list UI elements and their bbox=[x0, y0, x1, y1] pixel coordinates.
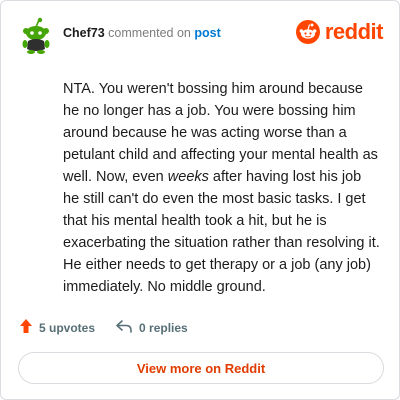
reply-action[interactable]: 0 replies bbox=[115, 319, 188, 338]
commented-on-label: commented on bbox=[108, 26, 191, 40]
comment-meta: Chef73 commented on post bbox=[63, 26, 221, 40]
comment-header: Chef73 commented on post reddit bbox=[19, 15, 384, 55]
post-link[interactable]: post bbox=[194, 26, 220, 40]
reddit-logo-icon bbox=[295, 20, 320, 44]
snoo-avatar-icon[interactable] bbox=[19, 17, 53, 55]
comment-embed-card: Chef73 commented on post reddit NTA. You… bbox=[0, 0, 400, 400]
reply-arrow-icon bbox=[115, 319, 139, 338]
username-link[interactable]: Chef73 bbox=[63, 26, 105, 40]
comment-body: NTA. You weren't bossing him around beca… bbox=[63, 78, 381, 298]
upvote-count: 5 upvotes bbox=[39, 321, 96, 335]
comment-actions: 5 upvotes 0 replies bbox=[19, 317, 208, 339]
comment-text-part-2: after having lost his job he still can't… bbox=[63, 169, 380, 295]
reddit-wordmark: reddit bbox=[324, 19, 384, 44]
upvote-action[interactable]: 5 upvotes bbox=[19, 318, 95, 339]
comment-text-emphasis: weeks bbox=[167, 169, 209, 185]
reply-count: 0 replies bbox=[139, 321, 188, 335]
upvote-arrow-icon bbox=[19, 318, 39, 339]
reddit-brand[interactable]: reddit bbox=[295, 17, 384, 47]
view-more-button[interactable]: View more on Reddit bbox=[18, 352, 384, 384]
